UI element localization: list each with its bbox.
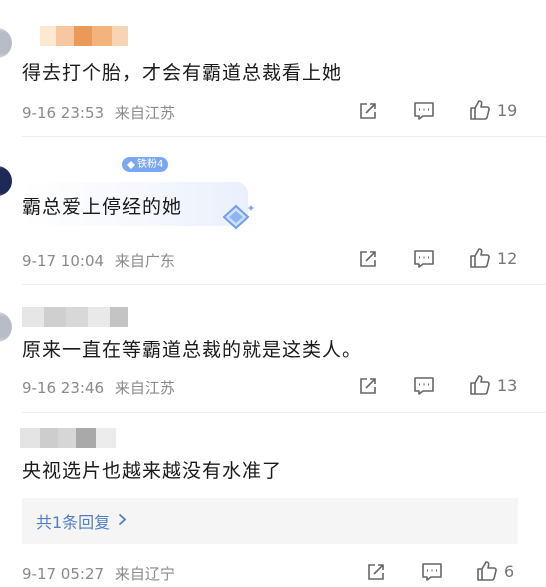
comment-button[interactable] [421, 562, 443, 582]
like-count: 6 [504, 561, 515, 581]
avatar[interactable] [0, 166, 12, 196]
comment-meta: 9-16 23:46 来自江苏 [22, 377, 175, 398]
comment-icon [414, 102, 434, 120]
thumbs-up-icon [477, 561, 497, 581]
comment-meta: 9-17 05:27 来自辽宁 [22, 563, 175, 584]
like-button[interactable]: 19 [469, 99, 517, 121]
divider [22, 284, 546, 285]
share-icon [360, 103, 376, 119]
comment-text: 得去打个胎，才会有霸道总裁看上她 [22, 62, 343, 84]
comment-location: 来自辽宁 [114, 565, 175, 583]
comment-text: 霸总爱上停经的她 [22, 196, 183, 218]
like-button[interactable]: 12 [469, 247, 517, 269]
comment-icon [414, 377, 434, 395]
comment-text: 央视选片也越来越没有水准了 [22, 460, 283, 480]
share-icon [368, 564, 384, 580]
like-button[interactable]: 6 [476, 560, 514, 582]
username-blurred[interactable] [20, 428, 116, 448]
like-count: 13 [497, 375, 518, 395]
share-button[interactable] [358, 249, 378, 269]
share-button[interactable] [358, 376, 378, 396]
comment-icon [422, 563, 442, 581]
avatar[interactable] [0, 312, 12, 342]
thumbs-up-icon [470, 248, 490, 268]
comment-location: 来自江苏 [114, 379, 175, 397]
fan-badge: 铁粉4 [122, 157, 169, 172]
avatar[interactable] [0, 28, 12, 58]
comment-button[interactable] [413, 376, 435, 396]
share-button[interactable] [366, 562, 386, 582]
diamond-icon [127, 160, 135, 169]
like-count: 12 [497, 248, 518, 268]
comment-button[interactable] [413, 101, 435, 121]
comment-time: 9-16 23:46 [22, 379, 105, 397]
comment-location: 来自江苏 [114, 104, 175, 122]
like-count: 19 [497, 100, 518, 120]
fan-badge-label: 铁粉4 [137, 159, 164, 170]
reply-summary-button[interactable]: 共1条回复 [22, 498, 518, 544]
comment-time: 9-17 10:04 [22, 252, 105, 270]
username-blurred[interactable] [22, 307, 128, 327]
thumbs-up-icon [470, 375, 490, 395]
share-icon [360, 378, 376, 394]
share-icon [360, 251, 376, 267]
comment-text: 原来一直在等霸道总裁的就是这类人。 [22, 339, 363, 361]
like-button[interactable]: 13 [469, 374, 517, 396]
chevron-right-icon [118, 512, 127, 530]
divider [22, 136, 546, 137]
comment-location: 来自广东 [114, 252, 175, 270]
share-button[interactable] [358, 101, 378, 121]
comment-meta: 9-17 10:04 来自广东 [22, 250, 175, 271]
comment-meta: 9-16 23:53 来自江苏 [22, 102, 175, 123]
divider [22, 412, 546, 413]
comment-time: 9-16 23:53 [22, 104, 105, 122]
comment-time: 9-17 05:27 [22, 565, 105, 583]
diamond-decoration-icon [222, 204, 254, 230]
reply-summary-label: 共1条回复 [36, 513, 111, 532]
thumbs-up-icon [470, 100, 490, 120]
comment-icon [414, 250, 434, 268]
username-blurred[interactable] [40, 26, 128, 46]
comment-button[interactable] [413, 249, 435, 269]
